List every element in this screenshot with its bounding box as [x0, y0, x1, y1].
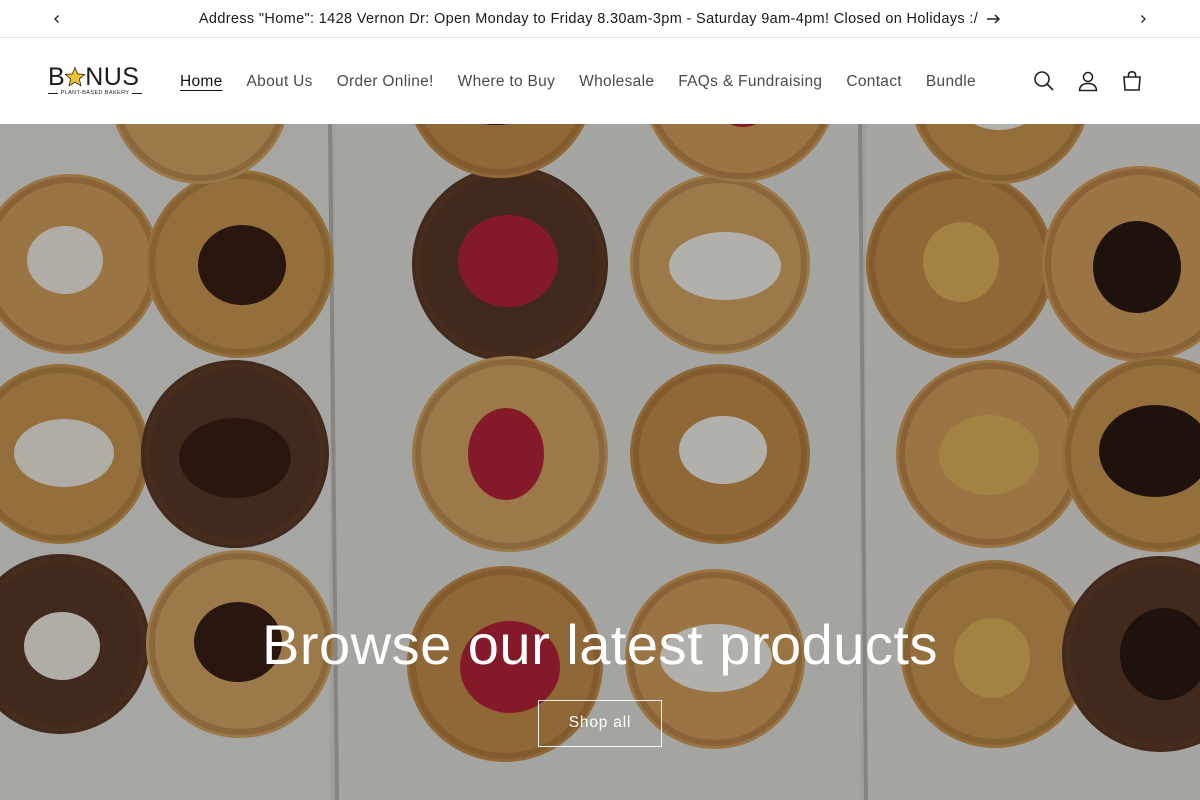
arrow-right-icon [987, 13, 1001, 24]
main-nav: Home About Us Order Online! Where to Buy… [168, 39, 988, 124]
nav-item-bundle[interactable]: Bundle [914, 73, 988, 91]
account-icon [1078, 71, 1098, 92]
search-icon [1034, 71, 1054, 91]
hero-content: Browse our latest products Shop all [0, 614, 1200, 747]
nav-item-home[interactable]: Home [168, 73, 235, 91]
shop-all-button[interactable]: Shop all [537, 699, 663, 747]
hero-banner: Browse our latest products Shop all [0, 124, 1200, 800]
account-button[interactable] [1066, 59, 1110, 103]
cart-icon [1123, 70, 1141, 91]
cart-button[interactable] [1110, 59, 1154, 103]
nav-item-where-to-buy[interactable]: Where to Buy [446, 73, 568, 91]
announcement-prev-button[interactable] [47, 9, 67, 29]
nav-item-faqs-fundraising[interactable]: FAQs & Fundraising [666, 73, 834, 91]
logo-tagline: PLANT-BASED BAKERY [48, 90, 143, 96]
nav-item-wholesale[interactable]: Wholesale [567, 73, 666, 91]
search-button[interactable] [1022, 59, 1066, 103]
announcement-link[interactable]: Address "Home": 1428 Vernon Dr: Open Mon… [199, 11, 1001, 27]
hero-title: Browse our latest products [262, 613, 938, 676]
header-icons [1022, 59, 1154, 103]
logo[interactable]: B NUS PLANT-BASED BAKERY [48, 63, 143, 99]
announcement-text: Address "Home": 1428 Vernon Dr: Open Mon… [198, 10, 979, 27]
nav-item-about-us[interactable]: About Us [235, 73, 325, 91]
announcement-bar: Address "Home": 1428 Vernon Dr: Open Mon… [0, 0, 1200, 38]
logo-wordmark: B NUS [48, 63, 140, 91]
star-icon [64, 66, 86, 87]
site-header: B NUS PLANT-BASED BAKERY Home About Us O… [0, 39, 1200, 124]
nav-item-order-online[interactable]: Order Online! [325, 73, 446, 91]
announcement-next-button[interactable] [1133, 9, 1153, 29]
nav-item-contact[interactable]: Contact [834, 73, 914, 91]
chevron-right-icon [1141, 15, 1146, 23]
chevron-left-icon [54, 15, 59, 23]
